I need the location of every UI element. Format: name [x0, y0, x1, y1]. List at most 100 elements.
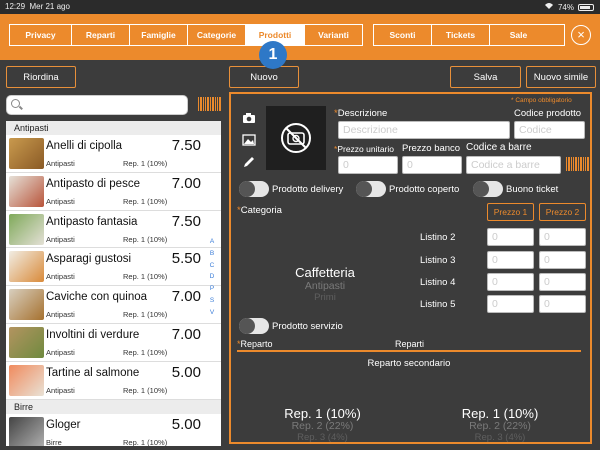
listino-4-prezzo-1[interactable]: 0 — [487, 273, 534, 291]
alpha-index-letter[interactable]: C — [207, 260, 217, 272]
alpha-index-letter[interactable]: S — [207, 295, 217, 307]
listino-label: Listino 4 — [420, 277, 456, 288]
list-item[interactable]: Caviche con quinoa 7.00 Antipasti Rep. 1… — [6, 286, 221, 324]
nav-tabs: Privacy Reparti Famiglie Categorie Prodo… — [9, 24, 565, 46]
tab-sale[interactable]: Sale — [489, 24, 547, 46]
camera-icon[interactable] — [242, 112, 256, 124]
section-header: Birre — [6, 399, 221, 414]
search-input[interactable] — [6, 95, 188, 115]
coperto-label: Prodotto coperto — [389, 184, 460, 195]
prezzo-unitario-field[interactable]: 0 — [338, 156, 398, 174]
status-time: 12:29 Mer 21 ago — [5, 2, 70, 11]
battery-percent: 74% — [557, 2, 574, 12]
barcode-scan-icon[interactable] — [566, 157, 589, 171]
section-header: Antipasti — [6, 121, 221, 135]
top-navigation: Privacy Reparti Famiglie Categorie Prodo… — [0, 14, 600, 60]
descrizione-field[interactable]: Descrizione — [338, 121, 510, 139]
product-thumbnail — [9, 364, 44, 396]
listino-label: Listino 3 — [420, 255, 456, 266]
product-category: Antipasti — [46, 347, 75, 357]
product-thumbnail — [9, 289, 44, 321]
picker-option: Rep. 3 (4%) — [297, 432, 348, 443]
list-item[interactable]: Antipasto di pesce 7.00 Antipasti Rep. 1… — [6, 173, 221, 211]
divider — [237, 350, 581, 352]
gallery-icon[interactable] — [242, 134, 256, 146]
listino-2-prezzo-1[interactable]: 0 — [487, 228, 534, 246]
list-item[interactable]: Tartine al salmone 5.00 Antipasti Rep. 1… — [6, 362, 221, 400]
coperto-toggle[interactable] — [356, 181, 386, 197]
product-name: Asparagi gustosi — [46, 253, 132, 266]
listino-3-prezzo-1[interactable]: 0 — [487, 251, 534, 269]
alpha-index-letter[interactable]: V — [207, 307, 217, 319]
wifi-icon — [544, 2, 554, 12]
prezzo-unitario-label: *Prezzo unitario — [334, 144, 395, 154]
no-photo-icon — [281, 123, 311, 153]
tab-categorie[interactable]: Categorie — [187, 24, 245, 46]
product-name: Antipasto di pesce — [46, 177, 140, 190]
buono-ticket-label: Buono ticket — [506, 184, 559, 195]
product-list[interactable]: Antipasti Anelli di cipolla 7.50 Antipas… — [6, 121, 221, 446]
delivery-toggle[interactable] — [239, 181, 269, 197]
product-category: Antipasti — [46, 310, 75, 320]
prezzo-2-button[interactable]: Prezzo 2 — [539, 203, 586, 221]
barcode-scan-icon[interactable] — [198, 97, 221, 111]
prezzo-1-button[interactable]: Prezzo 1 — [487, 203, 534, 221]
listino-4-prezzo-2[interactable]: 0 — [539, 273, 586, 291]
picker-selected: Rep. 1 (10%) — [461, 406, 539, 421]
listino-label: Listino 5 — [420, 299, 456, 310]
alphabet-index[interactable]: A B C D P S V — [207, 236, 217, 319]
product-thumbnail — [9, 416, 44, 446]
tab-famiglie[interactable]: Famiglie — [129, 24, 187, 46]
list-item[interactable]: Asparagi gustosi 5.50 Antipasti Rep. 1 (… — [6, 248, 221, 287]
tab-more[interactable] — [547, 24, 565, 46]
picker-selected: Caffetteria — [295, 265, 355, 280]
riordina-button[interactable]: Riordina — [6, 66, 76, 88]
product-price: 7.50 — [171, 137, 201, 154]
product-reparto: Rep. 1 (10%) — [123, 272, 168, 282]
product-price: 7.50 — [171, 212, 201, 230]
product-price: 7.00 — [171, 288, 201, 306]
listino-3-prezzo-2[interactable]: 0 — [539, 251, 586, 269]
battery-icon — [578, 3, 594, 11]
alpha-index-letter[interactable]: P — [207, 283, 217, 295]
list-item[interactable]: Antipasto fantasia 7.50 Antipasti Rep. 1… — [6, 211, 221, 249]
nuovo-button[interactable]: Nuovo — [229, 66, 299, 88]
list-item[interactable]: Gloger 5.00 Birre Rep. 1 (10%) — [6, 414, 221, 446]
product-category: Antipasti — [46, 272, 75, 282]
list-item[interactable]: Anelli di cipolla 7.50 Antipasti Rep. 1 … — [6, 135, 221, 173]
reparto-label: *Reparto — [237, 339, 273, 349]
tab-tickets[interactable]: Tickets — [431, 24, 489, 46]
categoria-label: *Categoria — [237, 205, 282, 216]
product-price: 7.00 — [171, 174, 201, 192]
descrizione-label: *Descrizione — [334, 108, 388, 119]
product-price: 5.50 — [171, 250, 201, 268]
buono-ticket-toggle[interactable] — [473, 181, 503, 197]
listino-5-prezzo-2[interactable]: 0 — [539, 295, 586, 313]
tab-reparti[interactable]: Reparti — [71, 24, 129, 46]
codice-field[interactable]: Codice — [514, 121, 585, 139]
product-thumbnail — [9, 175, 44, 207]
listino-label: Listino 2 — [420, 232, 456, 243]
list-item[interactable]: Involtini di verdure 7.00 Antipasti Rep.… — [6, 324, 221, 362]
listino-5-prezzo-1[interactable]: 0 — [487, 295, 534, 313]
nuovo-simile-button[interactable]: Nuovo simile — [526, 66, 596, 88]
step-badge: 1 — [259, 41, 287, 69]
prezzo-banco-field[interactable]: 0 — [402, 156, 462, 174]
picker-option: Rep. 3 (4%) — [474, 432, 526, 443]
tab-privacy[interactable]: Privacy — [9, 24, 71, 46]
product-category: Birre — [46, 437, 62, 446]
codice-barre-field[interactable]: Codice a barre — [466, 156, 561, 174]
product-photo-placeholder[interactable] — [266, 106, 326, 170]
tab-sconti[interactable]: Sconti — [373, 24, 431, 46]
alpha-index-letter[interactable]: B — [207, 248, 217, 260]
servizio-toggle[interactable] — [239, 318, 269, 334]
search-icon — [11, 99, 20, 108]
alpha-index-letter[interactable]: A — [207, 236, 217, 248]
salva-button[interactable]: Salva — [450, 66, 521, 88]
tab-varianti[interactable]: Varianti — [304, 24, 362, 46]
close-icon[interactable]: × — [571, 25, 591, 45]
alpha-index-letter[interactable]: D — [207, 271, 217, 283]
product-name: Tartine al salmone — [46, 366, 140, 379]
listino-2-prezzo-2[interactable]: 0 — [539, 228, 586, 246]
pencil-icon[interactable] — [242, 156, 256, 168]
